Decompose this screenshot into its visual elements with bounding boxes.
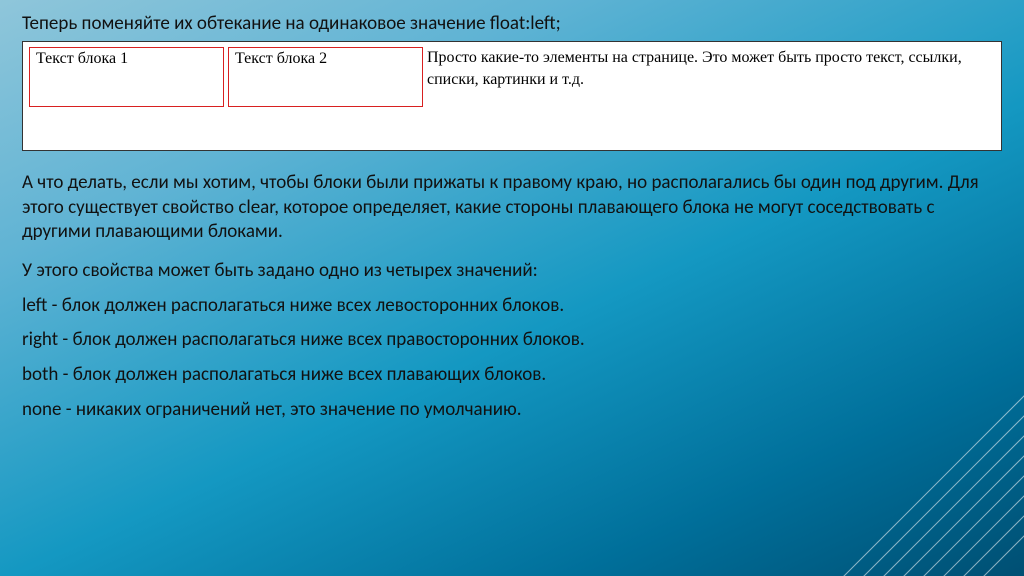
value-right: right - блок должен располагаться ниже в… [22, 328, 1002, 353]
intro-text: Теперь поменяйте их обтекание на одинако… [22, 12, 1002, 35]
value-both: both - блок должен располагаться ниже вс… [22, 363, 1002, 388]
float-block-2: Текст блока 2 [228, 47, 423, 107]
paragraph-values-intro: У этого свойства может быть задано одно … [22, 259, 1002, 284]
example-container: Текст блока 1 Текст блока 2 Просто какие… [22, 41, 1002, 151]
paragraph-clear: А что делать, если мы хотим, чтобы блоки… [22, 171, 1002, 245]
slide: Теперь поменяйте их обтекание на одинако… [0, 0, 1024, 576]
value-none: none - никаких ограничений нет, это знач… [22, 398, 1002, 423]
value-left: left - блок должен располагаться ниже вс… [22, 294, 1002, 319]
float-block-1: Текст блока 1 [29, 47, 224, 107]
decorative-lines [764, 316, 1024, 576]
